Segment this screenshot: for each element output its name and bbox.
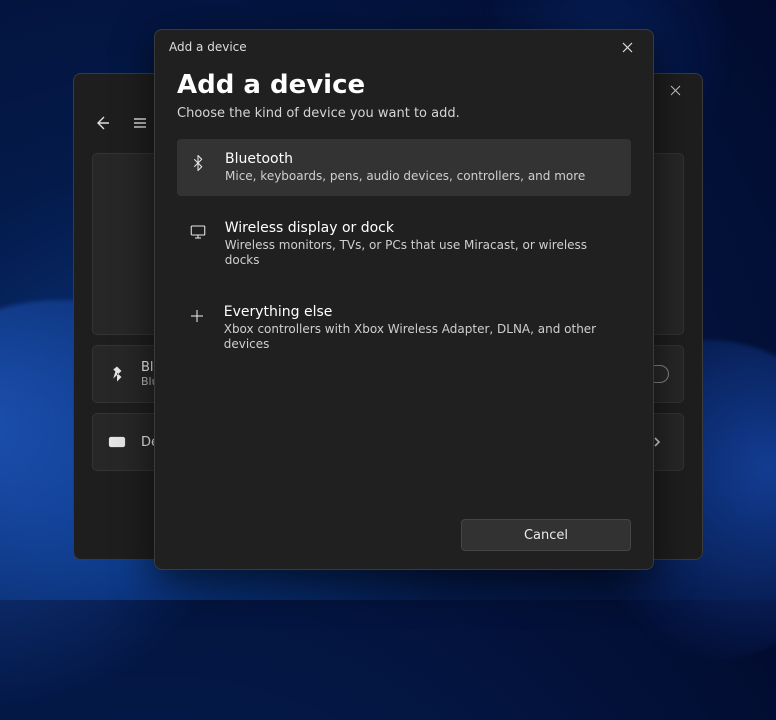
dialog-heading: Add a device — [177, 70, 631, 100]
option-title: Bluetooth — [225, 151, 585, 167]
keyboard-icon — [107, 433, 127, 451]
back-button[interactable] — [92, 113, 112, 133]
nav-menu-button[interactable] — [130, 113, 150, 133]
close-button[interactable] — [654, 77, 696, 103]
option-title: Everything else — [224, 304, 621, 320]
dialog-titlebar-text: Add a device — [169, 40, 247, 54]
option-title: Wireless display or dock — [225, 220, 621, 236]
dialog-close-button[interactable] — [607, 33, 647, 61]
dialog-subheading: Choose the kind of device you want to ad… — [177, 106, 631, 121]
cancel-button-label: Cancel — [524, 528, 568, 543]
option-subtitle: Mice, keyboards, pens, audio devices, co… — [225, 169, 585, 184]
dialog-titlebar: Add a device — [155, 30, 653, 64]
option-wireless-display[interactable]: Wireless display or dock Wireless monito… — [177, 208, 631, 280]
add-device-dialog: Add a device Add a device Choose the kin… — [154, 29, 654, 570]
option-subtitle: Xbox controllers with Xbox Wireless Adap… — [224, 322, 621, 352]
option-subtitle: Wireless monitors, TVs, or PCs that use … — [225, 238, 621, 268]
dialog-footer: Cancel — [155, 507, 653, 569]
display-icon — [187, 220, 209, 241]
option-bluetooth[interactable]: Bluetooth Mice, keyboards, pens, audio d… — [177, 139, 631, 196]
bluetooth-icon — [107, 365, 127, 383]
option-everything-else[interactable]: Everything else Xbox controllers with Xb… — [177, 292, 631, 364]
cancel-button[interactable]: Cancel — [461, 519, 631, 551]
plus-icon — [187, 304, 208, 325]
bluetooth-icon — [187, 151, 209, 172]
